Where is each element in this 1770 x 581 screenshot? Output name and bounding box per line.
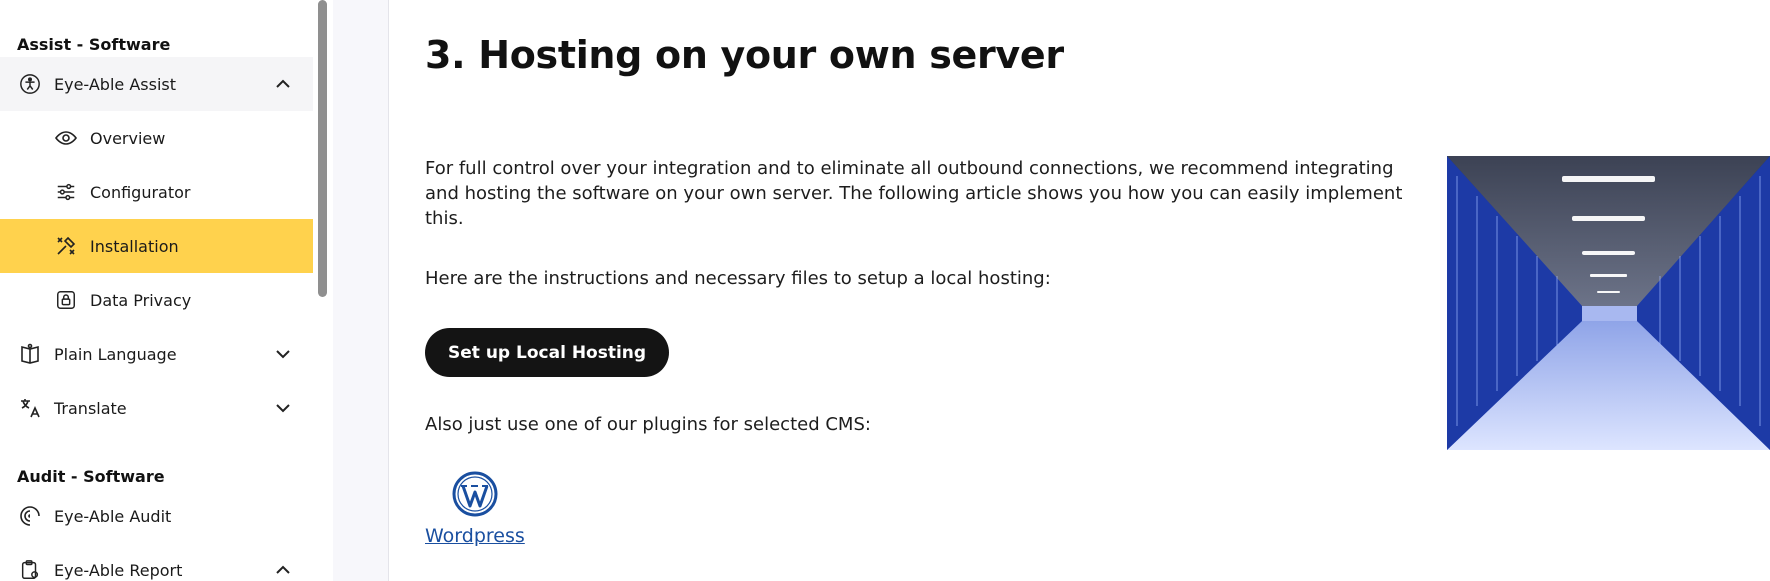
- intro-paragraph: For full control over your integration a…: [425, 158, 1403, 229]
- sidebar-item-label: Configurator: [90, 182, 191, 202]
- sidebar-item-label: Installation: [90, 236, 179, 256]
- sidebar-item-translate[interactable]: Translate: [0, 381, 313, 435]
- chevron-down-icon[interactable]: [271, 396, 295, 420]
- sidebar-item-plain-language[interactable]: Plain Language: [0, 327, 313, 381]
- translate-icon: [18, 396, 42, 420]
- main-content: 3. Hosting on your own server For full c…: [390, 0, 1770, 581]
- sidebar-item-installation[interactable]: Installation: [0, 219, 313, 273]
- sidebar-item-label: Eye-Able Audit: [54, 506, 172, 526]
- server-room-image: [1447, 156, 1770, 450]
- chevron-up-icon[interactable]: [271, 558, 295, 581]
- audit-icon: [18, 504, 42, 528]
- sidebar-item-eye-able-report[interactable]: Eye-Able Report: [0, 543, 313, 581]
- wordpress-link[interactable]: Wordpress: [425, 525, 525, 547]
- sidebar-item-eye-able-audit[interactable]: Eye-Able Audit: [0, 489, 313, 543]
- instructions-paragraph: Here are the instructions and necessary …: [425, 268, 1051, 289]
- sidebar-item-label: Translate: [54, 398, 127, 418]
- wordpress-icon[interactable]: [451, 470, 499, 518]
- sidebar-item-eye-able-assist[interactable]: Eye-Able Assist: [0, 57, 313, 111]
- sidebar-item-label: Eye-Able Assist: [54, 74, 176, 94]
- chevron-up-icon[interactable]: [271, 72, 295, 96]
- sidebar-scrollbar-thumb[interactable]: [318, 0, 327, 297]
- sidebar-item-label: Overview: [90, 128, 166, 148]
- lock-icon: [54, 288, 78, 312]
- book-icon: [18, 342, 42, 366]
- sidebar-item-overview[interactable]: Overview: [0, 111, 313, 165]
- sidebar-item-label: Eye-Able Report: [54, 560, 183, 580]
- report-icon: [18, 558, 42, 581]
- sidebar-item-data-privacy[interactable]: Data Privacy: [0, 273, 313, 327]
- page-title: 3. Hosting on your own server: [425, 33, 1064, 77]
- sidebar: Assist - Software Eye-Able Assist Overvi…: [0, 0, 313, 581]
- sidebar-item-configurator[interactable]: Configurator: [0, 165, 313, 219]
- sidebar-item-label: Data Privacy: [90, 290, 192, 310]
- set-up-local-hosting-button[interactable]: Set up Local Hosting: [425, 328, 670, 377]
- section-title-audit: Audit - Software: [17, 467, 165, 486]
- section-title-assist: Assist - Software: [17, 35, 171, 54]
- sliders-icon: [54, 180, 78, 204]
- sidebar-item-label: Plain Language: [54, 344, 177, 364]
- chevron-down-icon[interactable]: [271, 342, 295, 366]
- content-gutter: [333, 0, 389, 581]
- accessibility-icon: [18, 72, 42, 96]
- plugins-paragraph: Also just use one of our plugins for sel…: [425, 414, 871, 435]
- eye-icon: [54, 126, 78, 150]
- tools-icon: [54, 234, 78, 258]
